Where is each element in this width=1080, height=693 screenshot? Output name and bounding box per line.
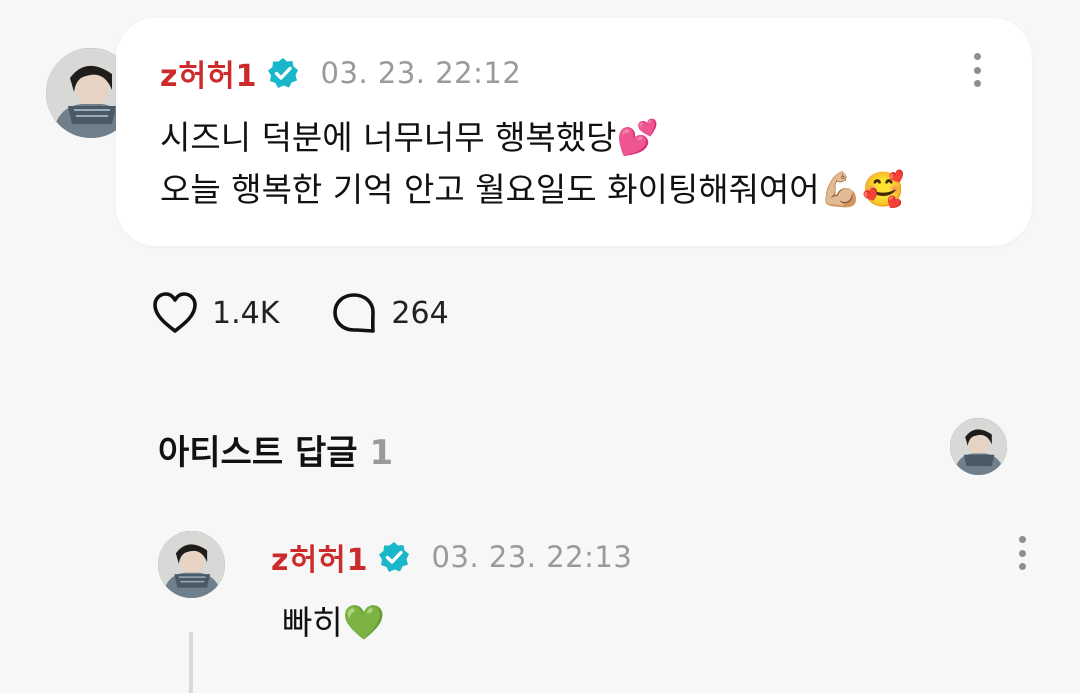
reply-header: z허허1 03. 23. 22:13 <box>271 535 633 579</box>
like-button[interactable]: 1.4K <box>150 290 279 336</box>
green-heart-emoji: 💚 <box>342 603 386 643</box>
post-author-name[interactable]: z허허1 <box>160 51 258 95</box>
artist-replies-count: 1 <box>369 433 394 473</box>
post-body: 시즈니 덕분에 너무너무 행복했당💕 오늘 행복한 기억 안고 월요일도 화이팅… <box>160 112 904 216</box>
post-body-line-2: 오늘 행복한 기억 안고 월요일도 화이팅해줘여어💪🏼🥰 <box>160 164 904 216</box>
post-timestamp: 03. 23. 22:12 <box>320 56 522 90</box>
reply-body-text: 빠히 <box>282 603 343 642</box>
reply-body: 빠히💚 <box>282 596 385 644</box>
comment-count: 264 <box>391 295 449 331</box>
like-count: 1.4K <box>212 295 280 331</box>
artist-replies-title: 아티스트 답글 <box>158 433 358 473</box>
heart-icon <box>153 292 197 333</box>
reply-author-avatar[interactable] <box>158 531 225 598</box>
verified-badge-icon <box>378 542 409 572</box>
artist-reply-avatar-preview[interactable] <box>950 418 1007 475</box>
reply-author-name[interactable]: z허허1 <box>271 535 369 579</box>
post-body-text-1: 시즈니 덕분에 너무너무 행복했당 <box>160 118 617 157</box>
post-actions: 1.4K 264 <box>150 290 449 336</box>
post-body-text-2: 오늘 행복한 기억 안고 월요일도 화이팅해줘여어 <box>160 170 820 209</box>
muscle-and-smiling-hearts-emoji: 💪🏼🥰 <box>819 170 905 210</box>
reply-more-options-icon[interactable] <box>1012 536 1032 570</box>
artist-replies-header: 아티스트 답글 1 <box>158 425 393 474</box>
reply-thread-line <box>189 632 193 693</box>
post-detail-screen: z허허1 03. 23. 22:12 시즈니 덕분에 너무너무 행복했당💕 오늘… <box>0 0 1080 693</box>
speech-bubble-icon <box>333 293 376 333</box>
post-header: z허허1 03. 23. 22:12 <box>160 51 522 95</box>
post-more-options-icon[interactable] <box>967 53 987 87</box>
reply-timestamp: 03. 23. 22:13 <box>431 540 633 574</box>
two-hearts-emoji: 💕 <box>616 118 659 158</box>
post-body-line-1: 시즈니 덕분에 너무너무 행복했당💕 <box>160 112 904 164</box>
comment-button[interactable]: 264 <box>329 290 449 336</box>
verified-badge-icon <box>267 58 298 88</box>
